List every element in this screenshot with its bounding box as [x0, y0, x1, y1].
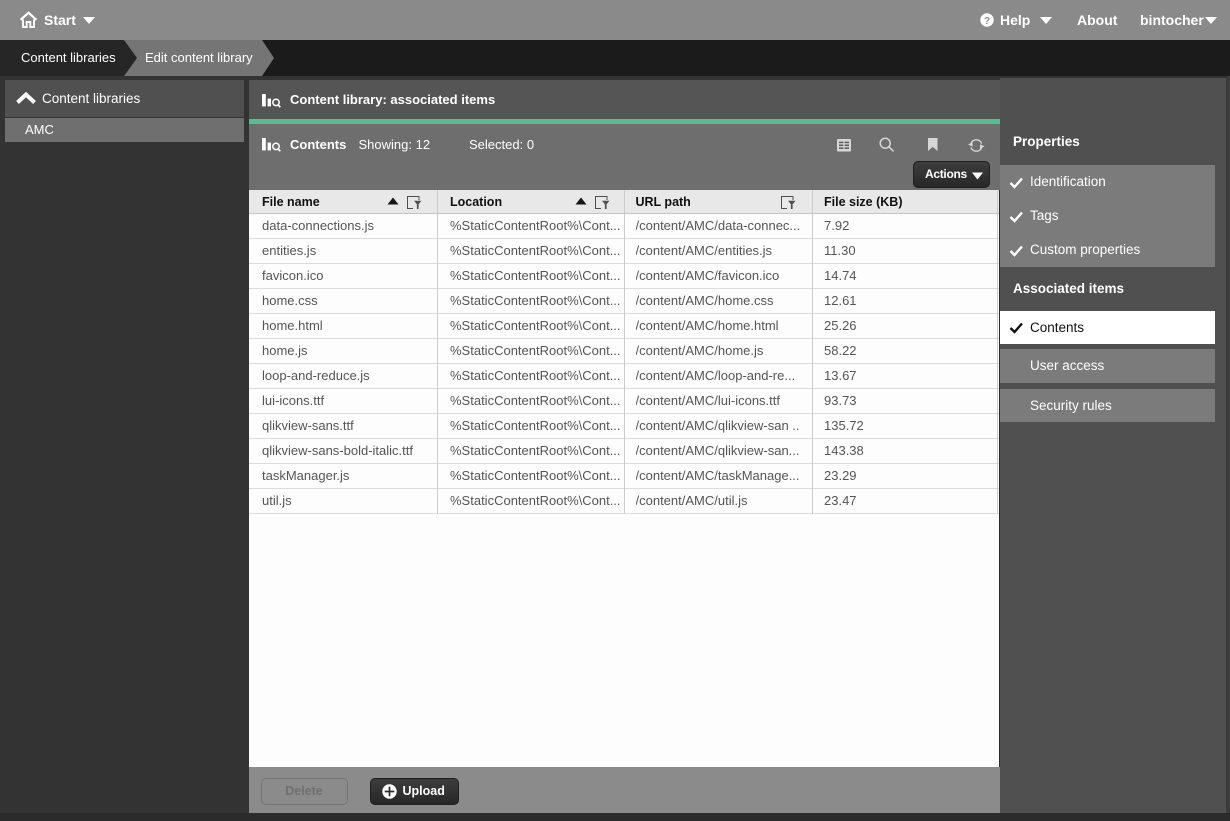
svg-text:?: ?	[984, 16, 990, 27]
